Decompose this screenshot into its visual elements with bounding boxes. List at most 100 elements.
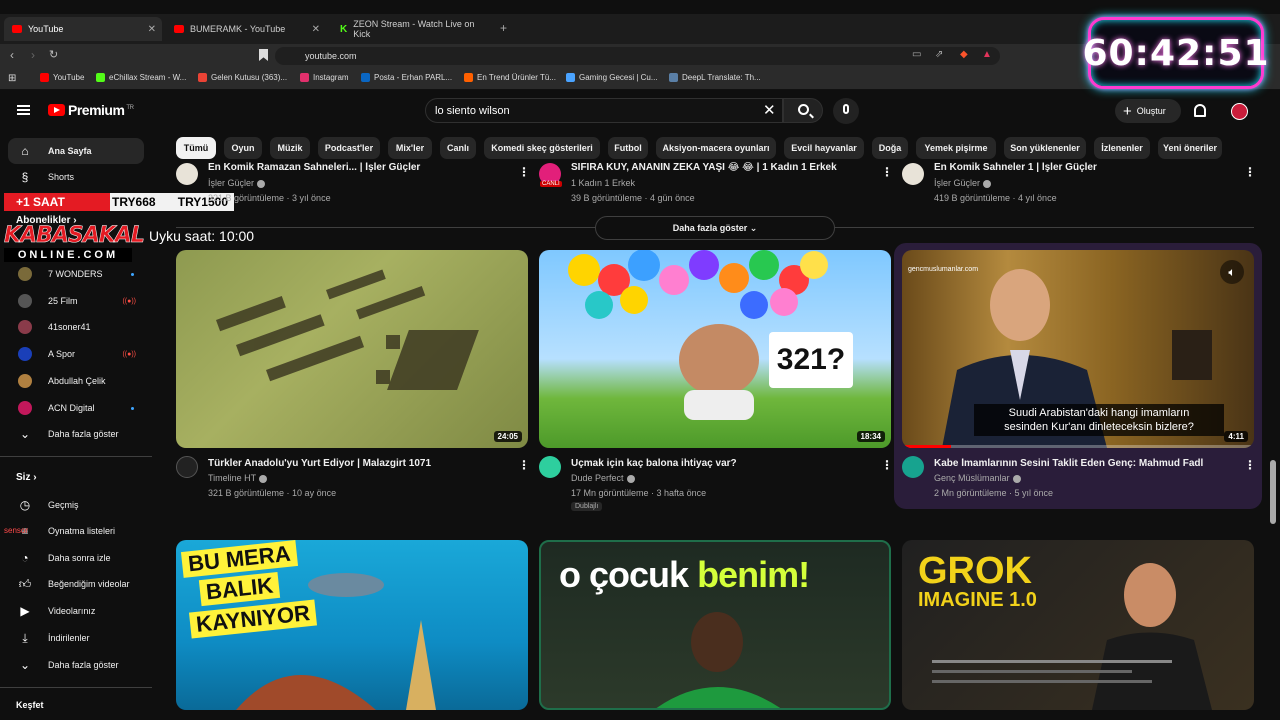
menu-icon[interactable]: [17, 105, 30, 115]
video-title[interactable]: Uçmak için kaç balona ihtiyaç var?: [571, 458, 871, 469]
notifications-bell-icon[interactable]: [1194, 104, 1206, 117]
more-actions-icon[interactable]: ⋮: [881, 458, 893, 472]
sidebar-item-show-more[interactable]: ⌄ Daha fazla göster: [8, 652, 144, 678]
video-title[interactable]: Türkler Anadolu'yu Yurt Ediyor | Malazgi…: [208, 458, 508, 469]
video-thumbnail[interactable]: GROK IMAGINE 1.0: [902, 540, 1254, 710]
chip-mixes[interactable]: Mix'ler: [388, 137, 432, 159]
sidebar-item-playlists[interactable]: ≡ Oynatma listeleri: [8, 518, 144, 544]
new-tab-icon[interactable]: +: [500, 21, 507, 35]
search-input[interactable]: [435, 105, 755, 117]
channel-name[interactable]: Timeline HT: [208, 473, 268, 483]
youtube-brand[interactable]: Premium TR: [68, 102, 134, 118]
sidebar-item-channel[interactable]: Abdullah Çelik: [8, 368, 144, 394]
video-title[interactable]: En Komik Ramazan Sahneleri... | İşler Gü…: [208, 162, 508, 173]
sidebar-item-downloads[interactable]: ⤓ İndirilenler: [8, 625, 144, 651]
brave-shield-icon[interactable]: ◆: [960, 49, 968, 60]
sidebar-item-your-videos[interactable]: ▶ Videolarınız: [8, 598, 144, 624]
youtube-logo-icon[interactable]: [48, 104, 65, 116]
bookmark-deepl[interactable]: DeepL Translate: Th...: [669, 73, 761, 82]
chip-all[interactable]: Tümü: [176, 137, 216, 159]
back-icon[interactable]: ‹: [10, 48, 14, 62]
video-title[interactable]: Kabe İmamlarının Sesini Taklit Eden Genç…: [934, 458, 1234, 469]
tab-youtube[interactable]: YouTube ✕: [4, 17, 162, 41]
channel-avatar[interactable]: [902, 456, 924, 478]
channel-avatar[interactable]: [176, 456, 198, 478]
search-box[interactable]: [425, 98, 783, 123]
search-button[interactable]: [783, 98, 823, 123]
forward-icon[interactable]: ›: [31, 48, 35, 62]
sidebar-item-channel[interactable]: 41soner41: [8, 314, 144, 340]
close-tab-icon[interactable]: ✕: [148, 24, 156, 35]
volume-icon[interactable]: 🔈︎: [1220, 260, 1244, 284]
bookmark-posta[interactable]: Posta - Erhan PARL...: [361, 73, 452, 82]
more-actions-icon[interactable]: ⋮: [518, 165, 530, 179]
bookmark-youtube[interactable]: YouTube: [40, 73, 84, 82]
chip-recently-uploaded[interactable]: Son yüklenenler: [1004, 137, 1086, 159]
chip-live[interactable]: Canlı: [440, 137, 476, 159]
rewards-icon[interactable]: ▲: [982, 49, 992, 60]
sidebar-item-more-subscriptions[interactable]: ⌄ Daha fazla göster: [8, 421, 144, 447]
chip-cooking[interactable]: Yemek pişirme: [916, 137, 996, 159]
bookmark-instagram[interactable]: Instagram: [300, 73, 349, 82]
channel-name[interactable]: Genç Müslümanlar: [934, 473, 1021, 483]
sidebar-item-home[interactable]: ⌂ Ana Sayfa: [8, 138, 144, 164]
sidebar-item-channel[interactable]: A Spor ((●)): [8, 341, 144, 367]
show-more-button[interactable]: Daha fazla göster ⌄: [595, 216, 835, 240]
video-thumbnail[interactable]: o çocuk benim!: [539, 540, 891, 710]
chip-football[interactable]: Futbol: [608, 137, 648, 159]
video-thumbnail[interactable]: 24:05: [176, 250, 528, 448]
sidebar-item-channel[interactable]: 25 Film ((●)): [8, 288, 144, 314]
tab-zeon-kick[interactable]: K ZEON Stream - Watch Live on Kick: [332, 17, 492, 41]
channel-name[interactable]: Dude Perfect: [571, 473, 635, 483]
chip-nature[interactable]: Doğa: [872, 137, 908, 159]
page-scrollbar[interactable]: [1270, 460, 1276, 524]
channel-name[interactable]: İşler Güçler: [934, 178, 992, 188]
channel-avatar[interactable]: [902, 163, 924, 185]
more-actions-icon[interactable]: ⋮: [518, 458, 530, 472]
more-actions-icon[interactable]: ⋮: [1244, 458, 1256, 472]
tab-bumeramk[interactable]: BUMERAMK - YouTube ✕: [166, 17, 326, 41]
preview-progress-track[interactable]: [902, 445, 1254, 448]
share-icon[interactable]: ⇗: [935, 49, 943, 60]
video-thumbnail[interactable]: BU MERA BALIK KAYNIYOR: [176, 540, 528, 710]
address-bar[interactable]: youtube.com: [275, 47, 1000, 65]
more-actions-icon[interactable]: ⋮: [881, 165, 893, 179]
close-tab-icon[interactable]: ✕: [312, 24, 320, 35]
sidebar-item-shorts[interactable]: § Shorts: [8, 164, 144, 190]
account-avatar[interactable]: [1231, 103, 1248, 120]
chip-new-to-you[interactable]: Yeni öneriler: [1158, 137, 1222, 159]
cast-icon[interactable]: ▭: [912, 49, 921, 60]
bookmark-trendyol[interactable]: En Trend Ürünler Tü...: [464, 73, 556, 82]
sidebar-item-channel[interactable]: ACN Digital: [8, 395, 144, 421]
video-thumbnail[interactable]: gencmuslumanlar.com 🔈︎ Suudi Arabistan'd…: [902, 250, 1254, 448]
chip-gaming[interactable]: Oyun: [224, 137, 262, 159]
sidebar-item-liked-videos[interactable]: 👍︎ Beğendiğim videolar: [8, 571, 144, 597]
chip-action-adventure[interactable]: Aksiyon-macera oyunları: [656, 137, 776, 159]
you-heading[interactable]: Siz ›: [16, 472, 37, 483]
channel-name[interactable]: İşler Güçler: [208, 178, 266, 188]
reload-icon[interactable]: ↻: [49, 48, 58, 61]
video-title[interactable]: SIFIRA KUY, ANANIN ZEKA YAŞI 😂 😂 | 1 Kad…: [571, 162, 871, 173]
sidebar-item-watch-later[interactable]: ◔ Daha sonra izle: [8, 545, 144, 571]
bookmark-gaming[interactable]: Gaming Gecesi | Cu...: [566, 73, 658, 82]
bookmark-echillax[interactable]: eChillax Stream - W...: [96, 73, 186, 82]
chip-watched[interactable]: İzlenenler: [1094, 137, 1150, 159]
sidebar-item-history[interactable]: ◷ Geçmiş: [8, 492, 144, 518]
sidebar-item-label: İndirilenler: [48, 633, 90, 643]
clear-search-icon[interactable]: ✕: [763, 101, 776, 119]
channel-avatar[interactable]: [176, 163, 198, 185]
channel-avatar[interactable]: [539, 456, 561, 478]
channel-name[interactable]: 1 Kadın 1 Erkek: [571, 178, 635, 188]
video-thumbnail[interactable]: 321? 18:34: [539, 250, 891, 448]
chip-pets[interactable]: Evcil hayvanlar: [784, 137, 864, 159]
video-title[interactable]: En Komik Sahneler 1 | İşler Güçler: [934, 162, 1234, 173]
voice-search-button[interactable]: [833, 98, 859, 124]
chip-podcasts[interactable]: Podcast'ler: [318, 137, 380, 159]
create-button[interactable]: + Oluştur: [1115, 99, 1181, 123]
apps-grid-icon[interactable]: ⊞: [8, 73, 16, 84]
more-actions-icon[interactable]: ⋮: [1244, 165, 1256, 179]
chip-music[interactable]: Müzik: [270, 137, 310, 159]
chip-comedy[interactable]: Komedi skeç gösterileri: [484, 137, 600, 159]
bookmark-icon[interactable]: [259, 49, 268, 61]
bookmark-gmail[interactable]: Gelen Kutusu (363)...: [198, 73, 287, 82]
